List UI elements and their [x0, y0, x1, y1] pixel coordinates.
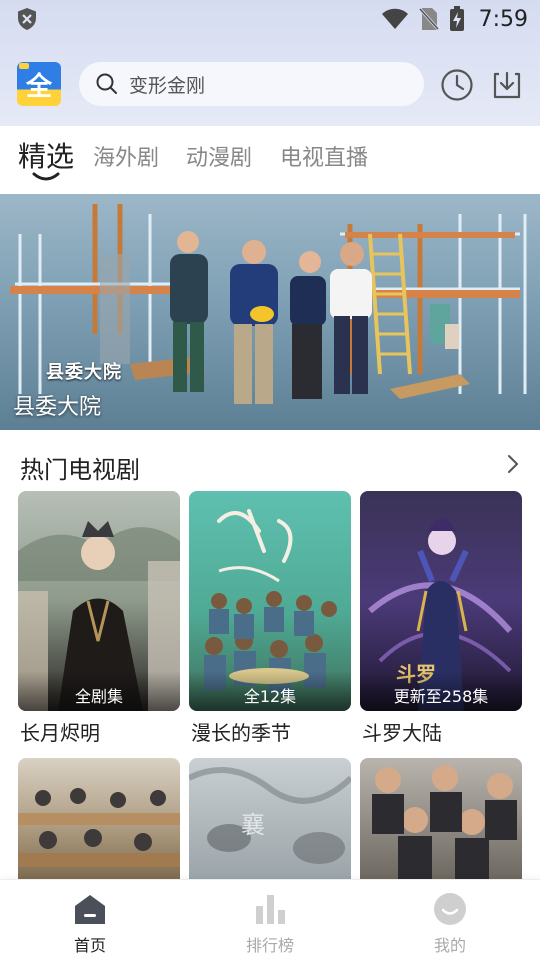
status-indicators: 7:59: [381, 4, 528, 34]
search-icon: [96, 73, 117, 94]
nav-ranking-label: 排行榜: [245, 936, 294, 955]
history-clock-icon[interactable]: [440, 68, 474, 102]
search-placeholder: 变形金刚: [129, 74, 206, 97]
battery-charging-icon: [449, 6, 464, 31]
status-time: 7:59: [478, 6, 528, 32]
no-sim-icon: [418, 7, 439, 31]
svg-text:襄: 襄: [241, 811, 265, 839]
drama-poster: 斗罗 更新至258集: [360, 491, 522, 711]
hero-banner[interactable]: 县委大院 县委大院: [0, 194, 540, 430]
tab-featured[interactable]: 精选: [18, 135, 74, 175]
drama-poster-row2[interactable]: 襄: [189, 758, 351, 883]
drama-poster: 全剧集: [18, 491, 180, 711]
search-bar[interactable]: 变形金刚: [79, 62, 424, 106]
drama-title: 斗罗大陆: [362, 721, 442, 745]
app-logo-glyph: 全: [25, 72, 52, 102]
episode-badge: 更新至258集: [393, 687, 489, 706]
poster-art: [18, 788, 180, 867]
tab-overseas[interactable]: 海外剧: [93, 140, 159, 172]
header: 7:59 全 变形金刚: [0, 0, 540, 126]
nav-home[interactable]: 首页: [30, 880, 150, 960]
home-icon: [75, 895, 105, 924]
drama-title: 长月烬明: [20, 721, 100, 745]
section-title: 热门电视剧: [20, 456, 140, 484]
app-logo[interactable]: 全: [17, 62, 61, 106]
download-icon[interactable]: [490, 68, 524, 102]
status-bar: 7:59: [0, 0, 540, 38]
profile-smile-icon: [434, 893, 466, 925]
poster-art: [372, 765, 517, 883]
nav-profile[interactable]: 我的: [390, 880, 510, 960]
section-header: 热门电视剧: [0, 440, 540, 488]
app-bar: 全 变形金刚: [0, 58, 540, 112]
wifi-icon: [381, 8, 408, 29]
banner-logo-text: 县委大院: [46, 362, 122, 383]
nav-home-label: 首页: [73, 936, 106, 955]
banner-title: 县委大院: [13, 395, 102, 420]
episode-badge: 全剧集: [74, 687, 123, 706]
tab-anime[interactable]: 动漫剧: [186, 140, 252, 172]
drama-poster: 全12集: [189, 491, 351, 711]
nav-ranking[interactable]: 排行榜: [210, 880, 330, 960]
drama-title: 漫长的季节: [191, 721, 291, 745]
chevron-right-icon[interactable]: [506, 453, 520, 475]
nav-profile-label: 我的: [433, 936, 466, 955]
shield-icon: [18, 8, 36, 30]
category-tabs: 精选 海外剧 动漫剧 电视直播: [0, 126, 540, 192]
episode-badge: 全12集: [243, 687, 297, 706]
ranking-bars-icon: [256, 895, 285, 924]
bottom-navigation: 首页 排行榜 我的: [0, 879, 540, 960]
drama-poster-row2[interactable]: [360, 758, 522, 883]
poster-art: 襄: [189, 767, 351, 864]
tab-live-tv[interactable]: 电视直播: [280, 140, 368, 172]
drama-poster-row2[interactable]: [18, 758, 180, 883]
tab-active-indicator: [32, 172, 60, 181]
